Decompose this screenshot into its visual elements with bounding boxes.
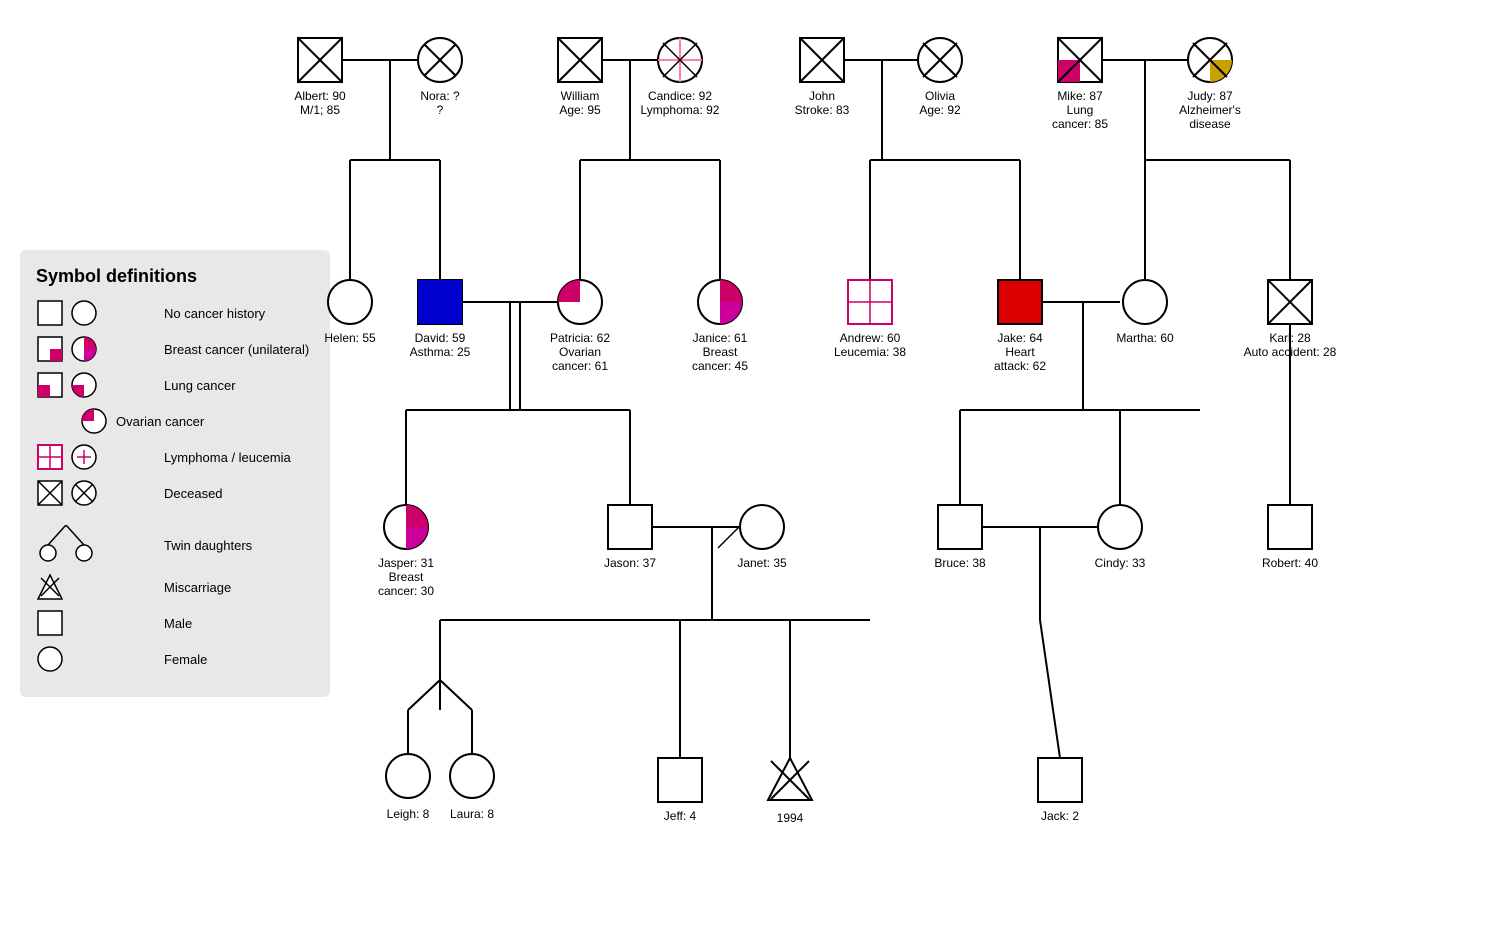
svg-text:Asthma: 25: Asthma: 25 <box>410 345 471 359</box>
svg-text:cancer: 85: cancer: 85 <box>1052 117 1108 131</box>
svg-text:William: William <box>561 89 600 103</box>
svg-text:Jeff: 4: Jeff: 4 <box>664 809 697 823</box>
node-martha: Martha: 60 <box>1116 280 1174 345</box>
svg-text:Leucemia: 38: Leucemia: 38 <box>834 345 906 359</box>
svg-text:Mike: 87: Mike: 87 <box>1057 89 1103 103</box>
pedigree-diagram: Albert: 90 M/1; 85 Nora: ? ? William Age… <box>0 0 1500 950</box>
svg-text:attack: 62: attack: 62 <box>994 359 1046 373</box>
svg-text:disease: disease <box>1189 117 1231 131</box>
node-candice: Candice: 92 Lymphoma: 92 <box>641 38 720 117</box>
svg-text:Lymphoma: 92: Lymphoma: 92 <box>641 103 720 117</box>
node-jack: Jack: 2 <box>1038 758 1082 823</box>
svg-text:David: 59: David: 59 <box>415 331 466 345</box>
node-janice: Janice: 61 Breast cancer: 45 <box>692 280 748 373</box>
node-jake: Jake: 64 Heart attack: 62 <box>994 280 1046 373</box>
svg-text:Heart: Heart <box>1005 345 1035 359</box>
svg-text:Cindy: 33: Cindy: 33 <box>1095 556 1146 570</box>
node-helen: Helen: 55 <box>324 280 376 345</box>
node-jasper: Jasper: 31 Breast cancer: 30 <box>378 505 434 598</box>
svg-text:Breast: Breast <box>703 345 738 359</box>
svg-text:cancer: 30: cancer: 30 <box>378 584 434 598</box>
node-judy: Judy: 87 Alzheimer's disease <box>1179 38 1241 131</box>
svg-text:Lung: Lung <box>1067 103 1094 117</box>
svg-text:Jason: 37: Jason: 37 <box>604 556 656 570</box>
node-miscarriage-1994: 1994 <box>768 758 812 825</box>
svg-text:Stroke: 83: Stroke: 83 <box>795 103 850 117</box>
svg-text:Jake: 64: Jake: 64 <box>997 331 1043 345</box>
node-nora: Nora: ? ? <box>418 38 462 117</box>
node-jason: Jason: 37 <box>604 505 656 570</box>
svg-text:Helen: 55: Helen: 55 <box>324 331 376 345</box>
svg-text:Candice: 92: Candice: 92 <box>648 89 712 103</box>
svg-text:Jack: 2: Jack: 2 <box>1041 809 1079 823</box>
svg-text:Jasper: 31: Jasper: 31 <box>378 556 434 570</box>
svg-text:Judy: 87: Judy: 87 <box>1187 89 1233 103</box>
svg-text:Age: 92: Age: 92 <box>919 103 961 117</box>
node-laura: Laura: 8 <box>450 754 494 821</box>
svg-text:M/1; 85: M/1; 85 <box>300 103 340 117</box>
svg-text:Martha: 60: Martha: 60 <box>1116 331 1174 345</box>
svg-text:Leigh: 8: Leigh: 8 <box>387 807 430 821</box>
node-john: John Stroke: 83 <box>795 38 850 117</box>
svg-text:?: ? <box>437 103 444 117</box>
svg-text:Ovarian: Ovarian <box>559 345 601 359</box>
node-leigh: Leigh: 8 <box>386 754 430 821</box>
svg-text:Janice: 61: Janice: 61 <box>693 331 748 345</box>
svg-text:Breast: Breast <box>389 570 424 584</box>
node-william: William Age: 95 <box>558 38 602 117</box>
node-mike: Mike: 87 Lung cancer: 85 <box>1052 38 1108 131</box>
svg-text:Albert: 90: Albert: 90 <box>294 89 346 103</box>
svg-text:Alzheimer's: Alzheimer's <box>1179 103 1241 117</box>
svg-text:Olivia: Olivia <box>925 89 955 103</box>
node-robert: Robert: 40 <box>1262 505 1318 570</box>
node-janet: Janet: 35 <box>737 505 787 570</box>
svg-text:cancer: 45: cancer: 45 <box>692 359 748 373</box>
node-jeff: Jeff: 4 <box>658 758 702 823</box>
svg-text:cancer: 61: cancer: 61 <box>552 359 608 373</box>
node-olivia: Olivia Age: 92 <box>918 38 962 117</box>
node-albert: Albert: 90 M/1; 85 <box>294 38 346 117</box>
svg-text:Janet: 35: Janet: 35 <box>737 556 787 570</box>
svg-text:Age: 95: Age: 95 <box>559 103 601 117</box>
svg-text:Laura: 8: Laura: 8 <box>450 807 494 821</box>
svg-text:1994: 1994 <box>777 811 804 825</box>
node-andrew: Andrew: 60 Leucemia: 38 <box>834 280 906 359</box>
svg-text:Nora: ?: Nora: ? <box>420 89 460 103</box>
svg-text:John: John <box>809 89 835 103</box>
svg-text:Andrew: 60: Andrew: 60 <box>840 331 901 345</box>
svg-text:Bruce: 38: Bruce: 38 <box>934 556 986 570</box>
svg-text:Robert: 40: Robert: 40 <box>1262 556 1318 570</box>
node-david: David: 59 Asthma: 25 <box>410 280 471 359</box>
node-patricia: Patricia: 62 Ovarian cancer: 61 <box>550 280 610 373</box>
svg-text:Patricia: 62: Patricia: 62 <box>550 331 610 345</box>
node-bruce: Bruce: 38 <box>934 505 986 570</box>
node-cindy: Cindy: 33 <box>1095 505 1146 570</box>
